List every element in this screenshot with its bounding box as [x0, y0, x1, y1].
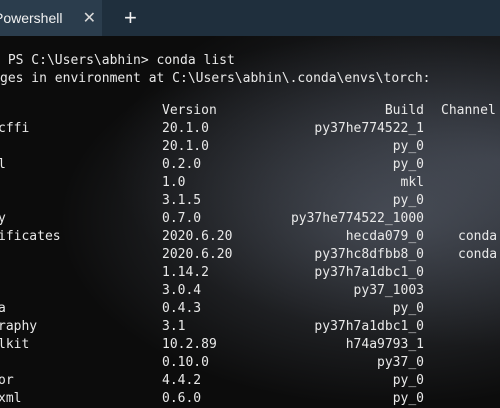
header-build: Build — [384, 103, 424, 118]
package-name: y — [0, 211, 6, 226]
package-name: raphy — [0, 319, 38, 334]
package-name: or — [0, 373, 14, 388]
header-channel: Channel — [441, 103, 496, 118]
new-tab-icon[interactable]: + — [124, 5, 137, 31]
package-build: py37_1003 — [353, 283, 424, 298]
package-channel: conda — [458, 247, 498, 262]
prompt-text: PS C:\Users\abhin> conda list — [0, 53, 235, 68]
prompt-line: PS C:\Users\abhin> conda list — [0, 52, 235, 70]
package-build: py37he774522_1000 — [290, 211, 424, 226]
package-channel: conda — [458, 229, 498, 244]
close-icon[interactable]: ✕ — [83, 8, 96, 28]
title-bar: Powershell ✕ + — [0, 0, 500, 36]
environment-line: ges in environment at C:\Users\abhin\.co… — [0, 70, 430, 88]
package-build: py37he774522_1 — [314, 121, 424, 136]
package-build: py_0 — [392, 373, 424, 388]
package-build: hecda079_0 — [345, 229, 424, 244]
package-build: py37h7a1dbc1_0 — [314, 319, 424, 334]
package-name: xml — [0, 391, 22, 406]
header-row: Version Build Channel — [0, 102, 496, 120]
package-build: mkl — [400, 175, 424, 190]
package-name: a — [0, 301, 6, 316]
terminal-output[interactable]: PS C:\Users\abhin> conda list ges in env… — [0, 40, 500, 406]
environment-text: ges in environment at C:\Users\abhin\.co… — [0, 71, 431, 86]
tab-title: Powershell — [0, 10, 63, 26]
tab-powershell[interactable]: Powershell ✕ — [0, 0, 102, 36]
package-name: lkit — [0, 337, 30, 352]
package-build: py_0 — [392, 193, 424, 208]
package-build: py_0 — [392, 391, 424, 406]
package-build: py_0 — [392, 301, 424, 316]
package-build: py_0 — [392, 139, 424, 154]
package-name: cffi — [0, 121, 30, 136]
package-build: py_0 — [392, 157, 424, 172]
package-build: py37_0 — [377, 355, 424, 370]
package-name: ificates — [0, 229, 61, 244]
package-build: py37hc8dfbb8_0 — [314, 247, 424, 262]
package-build: h74a9793_1 — [345, 337, 424, 352]
package-name: l — [0, 157, 6, 172]
package-build: py37h7a1dbc1_0 — [314, 265, 424, 280]
